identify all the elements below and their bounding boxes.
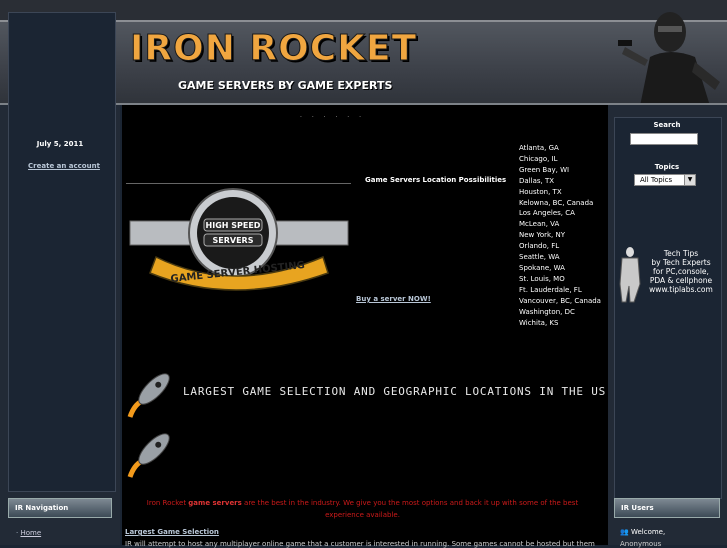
city-item: Orlando, FL	[519, 242, 560, 251]
welcome-text: 👥 Welcome,	[620, 528, 665, 536]
largest-selection-banner: LARGEST GAME SELECTION AND GEOGRAPHIC LO…	[183, 385, 607, 398]
ir-users-header: IR Users	[614, 498, 720, 518]
largest-game-selection-link[interactable]: Largest Game Selection	[125, 528, 219, 536]
ir-navigation-header: IR Navigation	[8, 498, 112, 518]
buy-server-link[interactable]: Buy a server NOW!	[356, 295, 431, 303]
ir-navigation-title: IR Navigation	[15, 504, 69, 512]
city-item: Green Bay, WI	[519, 165, 570, 174]
search-label: Search	[653, 121, 681, 129]
city-item: Los Angeles, CA	[519, 209, 575, 218]
topics-label: Topics	[654, 163, 680, 171]
city-item: Ft. Lauderdale, FL	[519, 285, 582, 294]
city-item: Atlanta, GA	[519, 144, 559, 152]
city-item: Washington, DC	[519, 307, 575, 316]
game-selection-text: IR will attempt to host any multiplayer …	[125, 540, 595, 548]
content-divider	[126, 183, 351, 184]
tech-tips-line: Tech Tips	[663, 249, 699, 258]
locations-heading: Game Servers Location Possibilities	[365, 176, 507, 184]
city-item: Houston, TX	[519, 187, 562, 196]
topics-select[interactable]: All Topics ▼	[634, 174, 696, 186]
tech-tips-ad[interactable]: Tech Tips by Tech Experts for PC,console…	[643, 249, 719, 294]
high-speed-servers-logo: HIGH SPEED SERVERS GAME SERVER HOSTING	[129, 188, 349, 291]
search-input[interactable]	[630, 133, 698, 145]
game-servers-emphasis: game servers	[188, 499, 242, 507]
chevron-down-icon: ▼	[684, 175, 695, 185]
city-item: Vancouver, BC, Canada	[519, 296, 601, 305]
current-date: July 5, 2011	[36, 140, 84, 148]
create-account-link[interactable]: Create an account	[8, 162, 120, 170]
ir-users-title: IR Users	[621, 504, 654, 512]
topics-select-value: All Topics	[640, 176, 673, 184]
city-item: Kelowna, BC, Canada	[519, 198, 594, 207]
anonymous-text: Anonymous	[620, 540, 662, 548]
city-item: McLean, VA	[519, 220, 560, 229]
city-item: St. Louis, MO	[519, 274, 565, 283]
intro-text-pre: Iron Rocket	[146, 499, 189, 507]
city-item: Chicago, IL	[519, 154, 558, 163]
tech-tips-line: PDA & cellphone	[649, 276, 713, 285]
soldier-icon	[618, 12, 720, 106]
city-item: New York, NY	[519, 231, 566, 240]
city-item: Spokane, WA	[519, 263, 565, 272]
nav-item-home[interactable]: · Home	[16, 529, 41, 537]
tech-tips-line: www.tiplabs.com	[649, 285, 713, 294]
site-subtitle: GAME SERVERS BY GAME EXPERTS	[178, 79, 393, 92]
tech-tips-line: for PC,console,	[653, 267, 709, 276]
rocket-bullet-icon	[127, 433, 170, 478]
welcome-label: Welcome,	[630, 528, 666, 536]
intro-text: Iron Rocket game servers are the best in…	[140, 497, 585, 521]
logo-top-text: HIGH SPEED	[206, 221, 261, 230]
tech-tips-line: by Tech Experts	[651, 258, 711, 267]
nav-item-home-label[interactable]: Home	[20, 529, 41, 537]
rocket-bullet-icon	[127, 373, 170, 418]
city-item: Dallas, TX	[519, 176, 555, 185]
city-item: Seattle, WA	[519, 253, 560, 262]
loading-dots: · · · · · ·	[300, 114, 365, 121]
city-list: Atlanta, GA Chicago, IL Green Bay, WI Da…	[519, 143, 609, 328]
intro-text-post: are the best in the industry. We give yo…	[241, 499, 579, 519]
logo-mid-text: SERVERS	[213, 236, 254, 245]
users-icon: 👥	[620, 528, 629, 536]
left-panel	[8, 12, 116, 492]
city-item: Wichita, KS	[519, 318, 559, 327]
site-title: IRON ROCKET	[129, 28, 418, 70]
